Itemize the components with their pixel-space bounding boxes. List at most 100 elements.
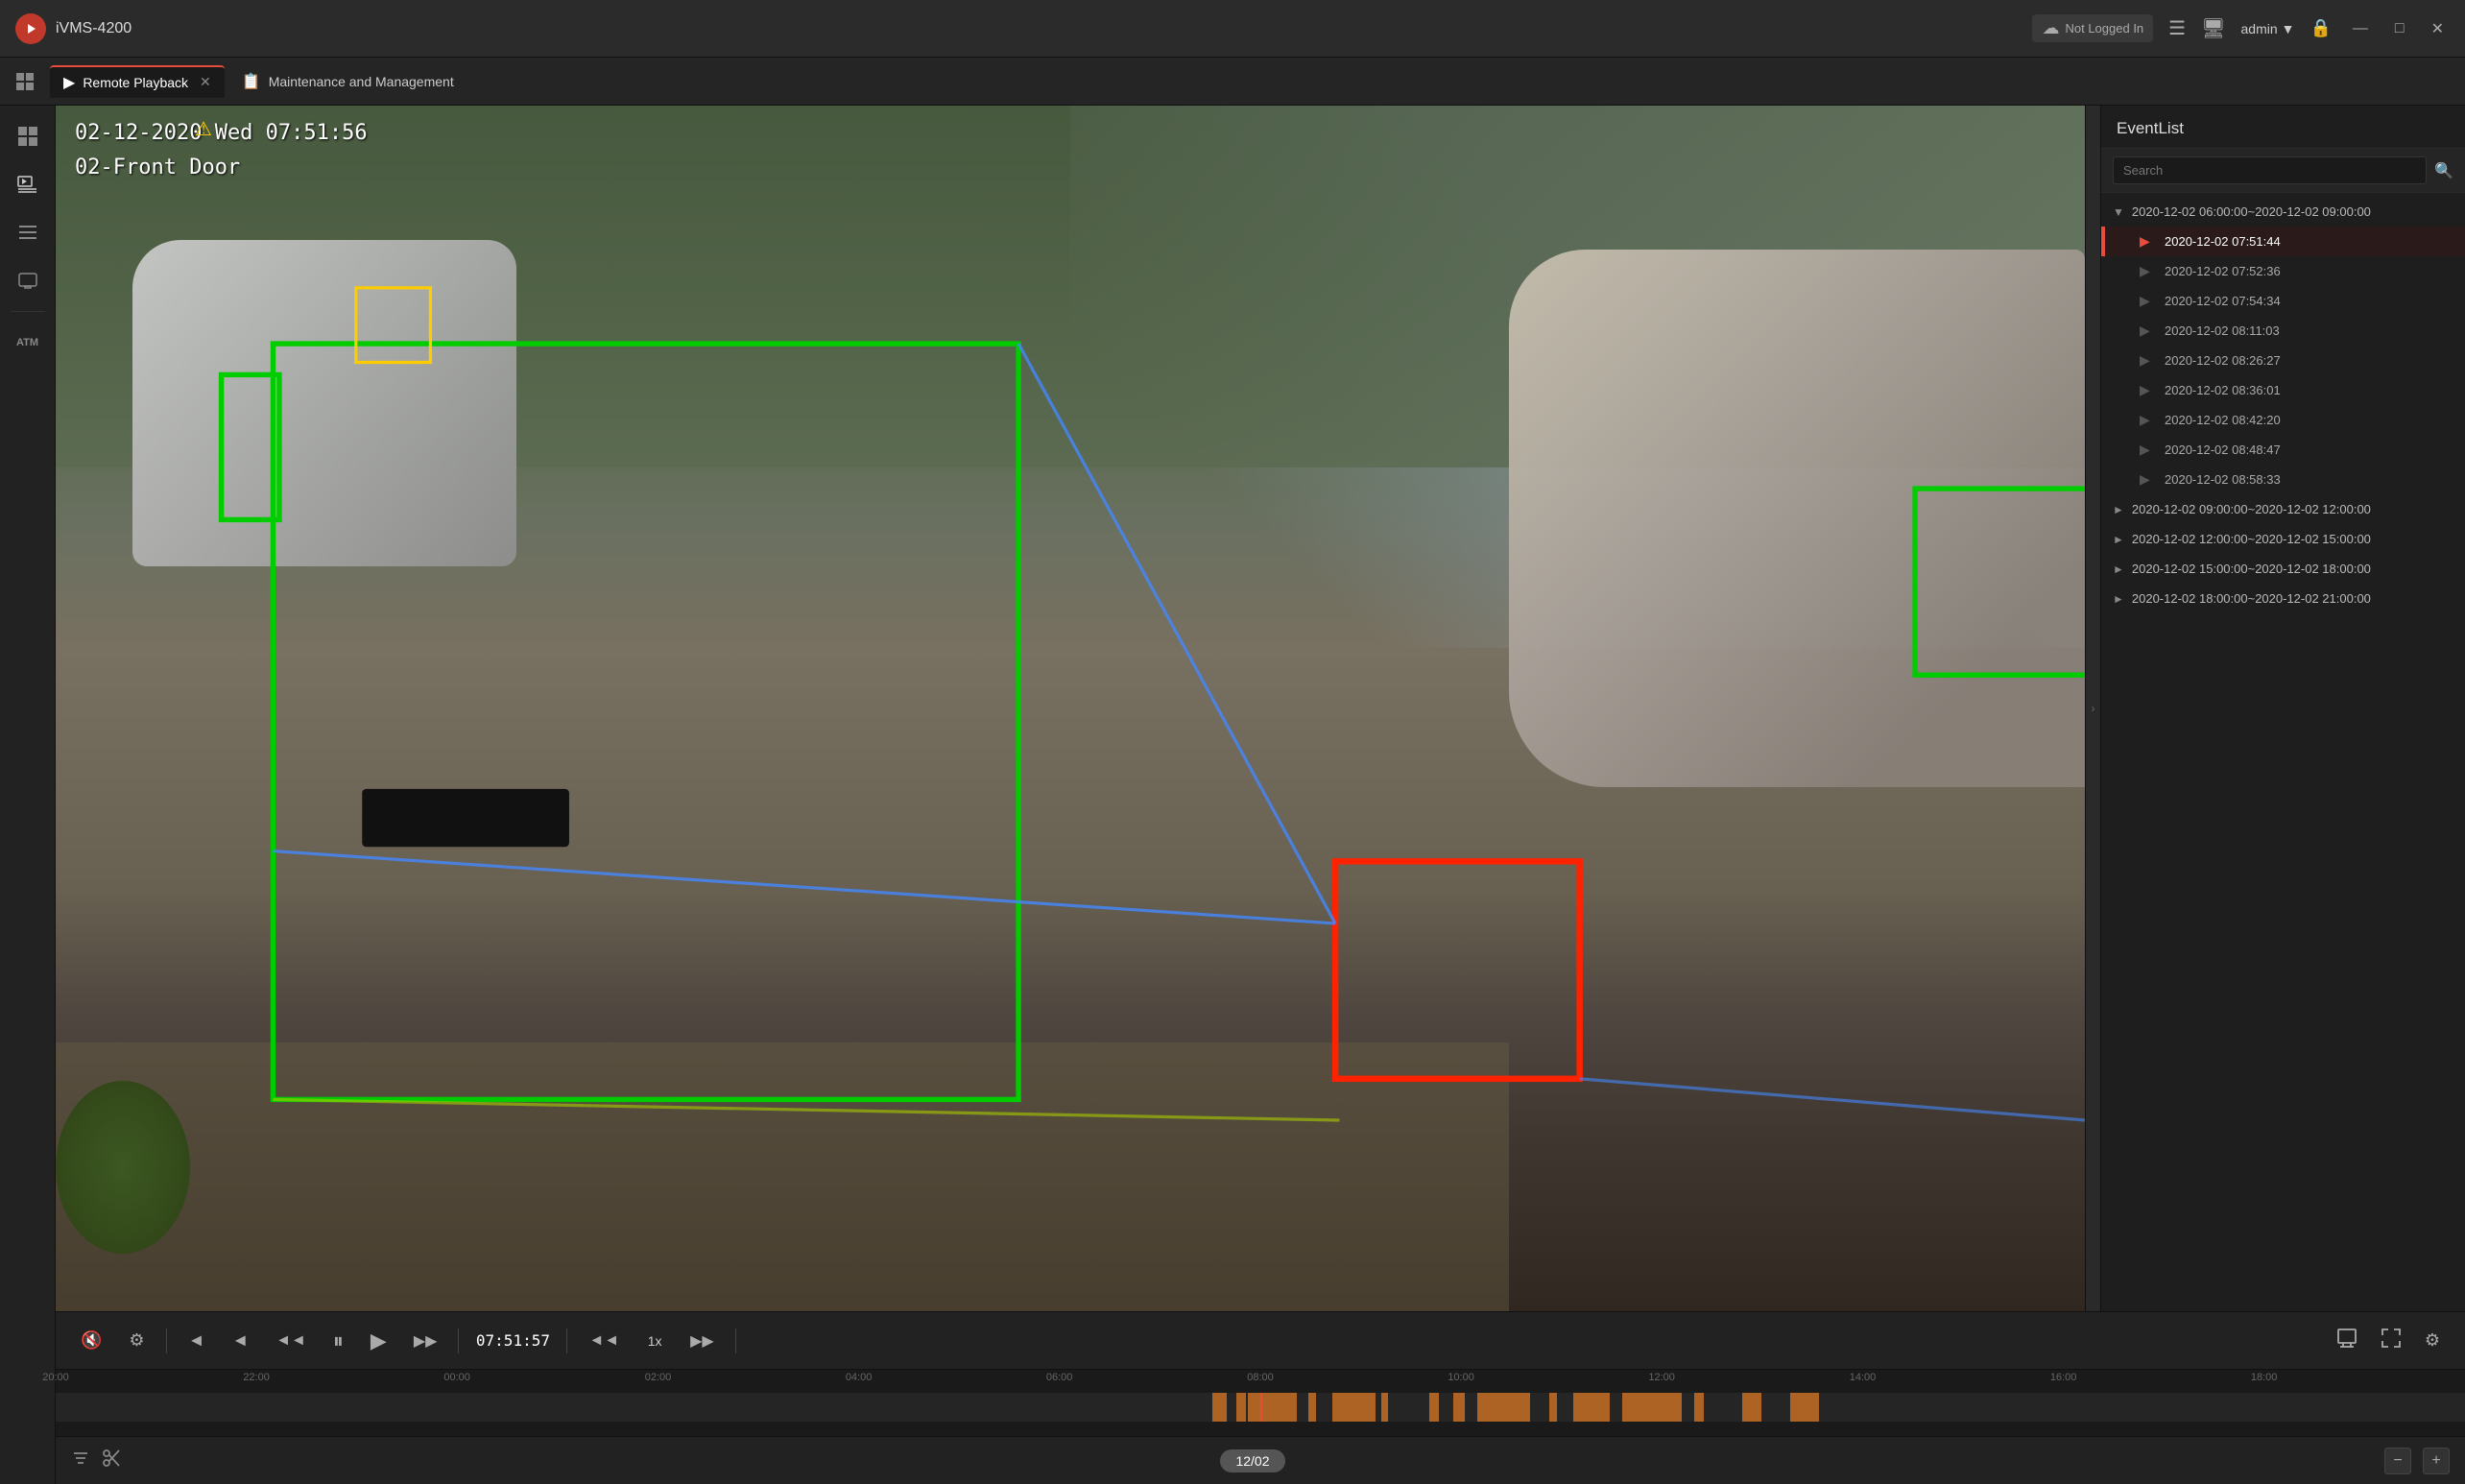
event-play-icon-6: ▶ (2140, 412, 2155, 428)
slow-reverse-button[interactable]: ◄◄ (270, 1328, 312, 1353)
sidebar-item-atm[interactable]: ATM (7, 322, 49, 364)
event-group-label-5: 2020-12-02 18:00:00~2020-12-02 21:00:00 (2132, 591, 2371, 606)
lock-icon[interactable]: 🔒 (2310, 18, 2332, 38)
video-area[interactable]: 02-12-2020 Wed 07:51:56 02-Front Door ⚠ (56, 106, 2085, 1311)
event-group-label-4: 2020-12-02 15:00:00~2020-12-02 18:00:00 (2132, 562, 2371, 576)
timeline-label-8: 12:00 (1648, 1372, 1675, 1383)
date-badge[interactable]: 12/02 (1220, 1449, 1284, 1472)
video-event-row: 02-12-2020 Wed 07:51:56 02-Front Door ⚠ … (56, 106, 2465, 1311)
chevron-right-icon-2: ► (2113, 503, 2124, 516)
search-bar: 🔍 (2101, 149, 2465, 193)
monitor-icon[interactable]: 🖥 (2201, 16, 2225, 40)
next-date-button[interactable]: + (2423, 1448, 2450, 1474)
playback-controls: 🔇 ⚙ ◄ ◄ ◄◄ ⏸ ▶ ▶▶ 07:51:57 ◄◄ 1x ▶▶ (56, 1311, 2465, 1369)
menu-icon[interactable]: ☰ (2168, 16, 2186, 40)
sidebar-item-device[interactable] (7, 259, 49, 301)
event-item-6[interactable]: ▶ 2020-12-02 08:42:20 (2101, 405, 2465, 435)
step-back-button[interactable]: ◄ (226, 1327, 254, 1354)
chevron-right-icon-5: ► (2113, 592, 2124, 606)
user-menu[interactable]: admin ▼ (2241, 21, 2295, 36)
timeline-label-6: 08:00 (1247, 1372, 1274, 1383)
timeline-track[interactable] (56, 1393, 2465, 1422)
tab-label-playback: Remote Playback (83, 75, 188, 90)
close-button[interactable]: ✕ (2426, 19, 2450, 38)
chevron-right-icon-4: ► (2113, 562, 2124, 576)
timeline-event-10 (1549, 1393, 1557, 1422)
chevron-right-icon-3: ► (2113, 533, 2124, 546)
osd-warning-icon: ⚠ (195, 117, 212, 141)
sidebar-item-playback[interactable] (7, 163, 49, 205)
pause-button[interactable]: ⏸ (327, 1325, 349, 1357)
bush (56, 1081, 190, 1254)
collapse-arrow: › (2092, 702, 2095, 715)
event-item-3[interactable]: ▶ 2020-12-02 08:11:03 (2101, 316, 2465, 346)
tab-label-maintenance: Maintenance and Management (269, 74, 454, 89)
timeline-event-9 (1477, 1393, 1530, 1422)
tab-close-playback[interactable]: ✕ (200, 74, 211, 90)
event-item-7[interactable]: ▶ 2020-12-02 08:48:47 (2101, 435, 2465, 465)
clip-button[interactable] (2331, 1324, 2363, 1357)
timeline[interactable]: 20:00 22:00 00:00 02:00 04:00 06:00 08:0… (56, 1369, 2465, 1436)
timeline-event-4 (1308, 1393, 1316, 1422)
event-item-2[interactable]: ▶ 2020-12-02 07:54:34 (2101, 286, 2465, 316)
cloud-status[interactable]: ☁ Not Logged In (2032, 14, 2153, 42)
prev-segment-button[interactable]: ◄ (182, 1327, 211, 1354)
more-settings-button[interactable]: ⚙ (2419, 1327, 2446, 1354)
timeline-event-14 (1742, 1393, 1761, 1422)
timeline-event-7 (1429, 1393, 1439, 1422)
panel-collapse-handle[interactable]: › (2085, 106, 2100, 1311)
timeline-event-3 (1284, 1393, 1297, 1422)
tab-remote-playback[interactable]: ▶ Remote Playback ✕ (50, 65, 225, 98)
play-button[interactable]: ▶ (365, 1325, 393, 1357)
event-play-icon-1: ▶ (2140, 263, 2155, 279)
sidebar: ATM (0, 106, 56, 1484)
event-item-8[interactable]: ▶ 2020-12-02 08:58:33 (2101, 465, 2465, 494)
event-group-header-3[interactable]: ► 2020-12-02 12:00:00~2020-12-02 15:00:0… (2101, 524, 2465, 554)
event-group-header-2[interactable]: ► 2020-12-02 09:00:00~2020-12-02 12:00:0… (2101, 494, 2465, 524)
ctrl-divider-4 (735, 1328, 736, 1353)
event-group-header-1[interactable]: ▼ 2020-12-02 06:00:00~2020-12-02 09:00:0… (2101, 197, 2465, 227)
event-item-1[interactable]: ▶ 2020-12-02 07:52:36 (2101, 256, 2465, 286)
fullscreen-button[interactable] (2375, 1324, 2407, 1357)
main-area: ATM (0, 106, 2465, 1484)
event-time-4: 2020-12-02 08:26:27 (2165, 353, 2281, 368)
osd-datetime: 02-12-2020 Wed 07:51:56 (75, 121, 368, 145)
settings-small-button[interactable]: ⚙ (123, 1327, 150, 1354)
maximize-button[interactable]: □ (2389, 20, 2410, 37)
event-group-header-4[interactable]: ► 2020-12-02 15:00:00~2020-12-02 18:00:0… (2101, 554, 2465, 584)
event-group-4: ► 2020-12-02 15:00:00~2020-12-02 18:00:0… (2101, 554, 2465, 584)
tab-grid-button[interactable] (8, 64, 42, 99)
event-group-2: ► 2020-12-02 09:00:00~2020-12-02 12:00:0… (2101, 494, 2465, 524)
event-item-4[interactable]: ▶ 2020-12-02 08:26:27 (2101, 346, 2465, 375)
frame-forward-button[interactable]: ▶▶ (684, 1328, 720, 1354)
event-play-icon-5: ▶ (2140, 382, 2155, 398)
timeline-event-6 (1381, 1393, 1389, 1422)
event-group-label-2: 2020-12-02 09:00:00~2020-12-02 12:00:00 (2132, 502, 2371, 516)
event-item-5[interactable]: ▶ 2020-12-02 08:36:01 (2101, 375, 2465, 405)
current-time-display: 07:51:57 (474, 1331, 551, 1350)
event-group-3: ► 2020-12-02 12:00:00~2020-12-02 15:00:0… (2101, 524, 2465, 554)
fast-forward-button[interactable]: ▶▶ (408, 1328, 443, 1354)
event-group-label-3: 2020-12-02 12:00:00~2020-12-02 15:00:00 (2132, 532, 2371, 546)
search-icon[interactable]: 🔍 (2434, 161, 2453, 180)
tab-maintenance[interactable]: 📋 Maintenance and Management (228, 66, 467, 97)
mute-button[interactable]: 🔇 (75, 1327, 108, 1354)
tab-icon-maintenance: 📋 (242, 72, 261, 91)
frame-back-button[interactable]: ◄◄ (583, 1328, 625, 1353)
sidebar-item-grid[interactable] (7, 115, 49, 157)
event-time-1: 2020-12-02 07:52:36 (2165, 264, 2281, 278)
timeline-label-3: 02:00 (645, 1372, 672, 1383)
prev-date-button[interactable]: − (2384, 1448, 2411, 1474)
event-time-2: 2020-12-02 07:54:34 (2165, 294, 2281, 308)
event-item-0[interactable]: ▶ 2020-12-02 07:51:44 (2101, 227, 2465, 256)
sidebar-item-list[interactable] (7, 211, 49, 253)
timeline-event-5 (1332, 1393, 1376, 1422)
search-input[interactable] (2113, 156, 2427, 184)
timeline-labels: 20:00 22:00 00:00 02:00 04:00 06:00 08:0… (56, 1370, 2465, 1389)
filter-icon[interactable] (71, 1448, 90, 1472)
event-time-0: 2020-12-02 07:51:44 (2165, 234, 2281, 249)
event-group-header-5[interactable]: ► 2020-12-02 18:00:00~2020-12-02 21:00:0… (2101, 584, 2465, 613)
sidebar-divider (11, 311, 45, 312)
scissors-icon[interactable] (102, 1448, 121, 1472)
minimize-button[interactable]: — (2347, 20, 2374, 37)
